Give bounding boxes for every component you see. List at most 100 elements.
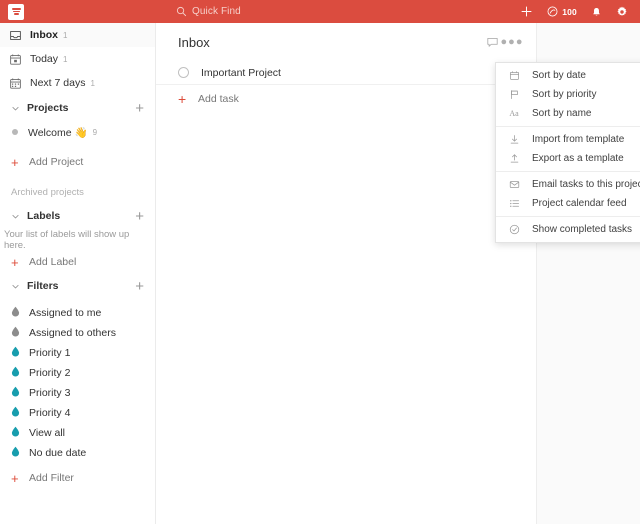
project-options-menu: Sort by date Sort by priority Aa Sort by na… [495, 62, 640, 243]
add-task-button[interactable] [520, 5, 533, 18]
task-title: Important Project [201, 66, 281, 79]
filter-label: Assigned to others [29, 327, 116, 339]
add-filter-icon[interactable]: + [134, 279, 145, 294]
add-task-label: Add task [198, 93, 239, 105]
add-label-button[interactable]: + Add Label [0, 251, 155, 273]
sidebar-filter-item[interactable]: Assigned to others [0, 323, 155, 343]
project-count: 9 [92, 127, 98, 137]
sidebar-filter-item[interactable]: Priority 2 [0, 363, 155, 383]
more-options-icon: ●●● [500, 35, 524, 48]
menu-item-project-calendar-feed[interactable]: Project calendar feed [496, 194, 640, 213]
filter-label: Assigned to me [29, 307, 102, 319]
comment-icon[interactable] [482, 32, 502, 52]
menu-item-import-from-template[interactable]: Import from template [496, 130, 640, 149]
search-placeholder: Quick Find [192, 6, 241, 17]
menu-separator [496, 216, 640, 217]
section-title: Projects [27, 102, 69, 114]
task-checkbox[interactable] [178, 67, 189, 78]
chevron-down-icon[interactable] [9, 282, 21, 291]
add-project-icon[interactable]: + [134, 101, 145, 116]
bell-icon [591, 6, 602, 18]
droplet-icon [11, 384, 20, 402]
check-circle-icon [507, 224, 521, 235]
menu-item-label: Import from template [532, 134, 625, 145]
task-row[interactable]: Important Project [156, 61, 536, 85]
filter-label: Priority 2 [29, 367, 71, 379]
project-label: Welcome 👋 [28, 126, 88, 139]
sidebar-item-count: 1 [63, 30, 68, 40]
sidebar-item-inbox[interactable]: Inbox 1 [0, 23, 155, 47]
droplet-icon [11, 324, 20, 342]
menu-item-sort-by-priority[interactable]: Sort by priority [496, 85, 640, 104]
calendar-icon [507, 70, 521, 81]
sidebar-item-next-7-days[interactable]: Next 7 days 1 [0, 71, 155, 95]
search-input[interactable]: Quick Find [176, 0, 241, 23]
filter-label: View all [29, 427, 65, 439]
droplet-icon [11, 304, 20, 322]
sidebar-section-filters[interactable]: Filters + [0, 273, 155, 299]
filters-list: Assigned to me Assigned to others Priority… [0, 303, 155, 463]
droplet-icon [11, 364, 20, 382]
plus-icon [520, 5, 533, 18]
sidebar-filter-item[interactable]: No due date [0, 443, 155, 463]
karma-button[interactable]: 100 [547, 6, 577, 17]
karma-icon [547, 6, 558, 17]
add-filter-label: Add Filter [29, 472, 74, 484]
main-content: Inbox ●●● Important Project + Add task [156, 23, 537, 524]
filter-label: Priority 1 [29, 347, 71, 359]
archived-projects-link[interactable]: Archived projects [0, 181, 155, 203]
menu-item-label: Show completed tasks [532, 224, 633, 235]
menu-separator [496, 126, 640, 127]
sidebar-filter-item[interactable]: Priority 3 [0, 383, 155, 403]
filter-label: Priority 4 [29, 407, 71, 419]
section-title: Labels [27, 210, 61, 222]
filter-label: No due date [29, 447, 87, 459]
sidebar-filter-item[interactable]: Assigned to me [0, 303, 155, 323]
add-project-label: Add Project [29, 156, 84, 168]
gear-icon [616, 6, 628, 18]
app-window: Quick Find 100 Inbox 1 Today 1 Next 7 da… [0, 0, 640, 524]
sidebar-section-projects[interactable]: Projects + [0, 95, 155, 121]
sidebar-filter-item[interactable]: Priority 4 [0, 403, 155, 423]
download-icon [507, 134, 521, 145]
menu-item-export-as-a-template[interactable]: Export as a template [496, 149, 640, 168]
aa-text-icon: Aa [509, 109, 519, 118]
task-list: Important Project [156, 61, 536, 85]
add-task-button[interactable]: + Add task [156, 85, 536, 113]
sidebar-filter-item[interactable]: View all [0, 423, 155, 443]
more-options-button[interactable]: ●●● [500, 32, 524, 52]
menu-separator [496, 171, 640, 172]
menu-item-label: Project calendar feed [532, 198, 627, 209]
add-filter-button[interactable]: + Add Filter [0, 467, 155, 489]
sidebar-item-count: 1 [63, 54, 68, 64]
karma-count: 100 [562, 6, 577, 17]
menu-item-sort-by-date[interactable]: Sort by date [496, 66, 640, 85]
chevron-down-icon[interactable] [9, 104, 21, 113]
chevron-down-icon[interactable] [9, 212, 21, 221]
calendar-week-icon [9, 77, 25, 90]
todoist-logo[interactable] [8, 3, 24, 20]
plus-icon: + [11, 470, 19, 486]
add-project-button[interactable]: + Add Project [0, 151, 155, 173]
menu-item-label: Export as a template [532, 153, 624, 164]
calendar-today-icon [9, 53, 25, 66]
menu-item-label: Sort by date [532, 70, 586, 81]
sidebar-project-welcome[interactable]: Welcome 👋 9 [0, 121, 155, 143]
sidebar-item-today[interactable]: Today 1 [0, 47, 155, 71]
menu-item-sort-by-name[interactable]: Aa Sort by name [496, 104, 640, 123]
menu-item-label: Sort by name [532, 108, 592, 119]
menu-item-label: Email tasks to this project [532, 179, 640, 190]
settings-button[interactable] [616, 6, 628, 18]
page-title: Inbox [178, 34, 210, 50]
add-label-icon[interactable]: + [134, 209, 145, 224]
plus-icon: + [11, 254, 19, 270]
sidebar-section-labels[interactable]: Labels + [0, 203, 155, 229]
project-color-dot [12, 129, 18, 135]
menu-item-show-completed-tasks[interactable]: Show completed tasks [496, 220, 640, 239]
sidebar-filter-item[interactable]: Priority 1 [0, 343, 155, 363]
notifications-button[interactable] [591, 6, 602, 18]
filter-label: Priority 3 [29, 387, 71, 399]
menu-item-email-tasks-to-this-project[interactable]: Email tasks to this project [496, 175, 640, 194]
labels-empty-text: Your list of labels will show up here. [4, 229, 130, 251]
search-icon [176, 6, 187, 17]
